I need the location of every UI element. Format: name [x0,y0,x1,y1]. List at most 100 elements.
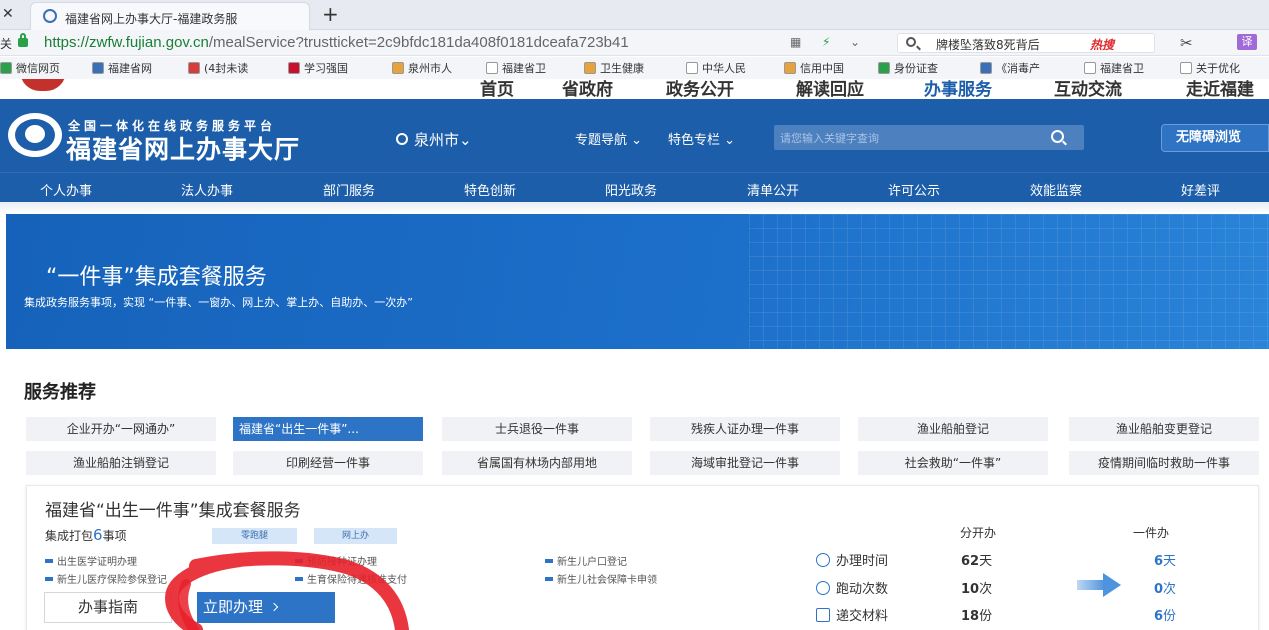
hot-search-badge[interactable]: 热搜 [1090,36,1114,53]
nav-item[interactable]: 特色创新 [464,180,516,199]
qr-code-icon[interactable]: ▦ [790,35,801,49]
location-selector[interactable]: 泉州市⌄ [414,129,472,150]
service-button[interactable]: 士兵退役一件事 [442,417,632,441]
nav-item[interactable]: 清单公开 [747,180,799,199]
portal-nav-item[interactable]: 办事服务 [924,79,992,99]
new-tab-button[interactable]: + [322,2,339,26]
bookmark-item[interactable]: 泉州市人 [392,60,452,76]
emblem-icon[interactable] [8,113,62,157]
service-button[interactable]: 渔业船舶注销登记 [26,451,216,475]
url-input[interactable]: https://zwfw.fujian.gov.cn/mealService?t… [44,34,629,51]
service-button[interactable]: 渔业船舶变更登记 [1069,417,1259,441]
apply-now-button[interactable]: 立即办理 [197,592,335,623]
browser-tab-bar: ✕ 福建省网上办事大厅-福建政务服 + [0,0,1269,30]
bookmark-item[interactable]: 福建省卫 [486,60,546,76]
compat-mode-label[interactable]: 关 [0,35,12,52]
nav-item[interactable]: 部门服务 [323,180,375,199]
bookmark-item[interactable]: 中华人民 [686,60,746,76]
accessibility-button[interactable]: 无障碍浏览 [1161,124,1269,152]
portal-nav-item[interactable]: 解读回应 [796,79,864,99]
portal-nav-item[interactable]: 首页 [480,79,514,99]
service-button[interactable]: 印刷经营一件事 [233,451,423,475]
portal-nav-item[interactable]: 省政府 [562,79,613,99]
value-number: 18 [961,609,980,624]
bookmark-label: 《消毒产 [996,62,1040,75]
site-header: 全国一体化在线政务服务平台 福建省网上办事大厅 泉州市⌄ 专题导航 ⌄ 特色专栏… [0,99,1269,172]
search-icon[interactable] [1051,130,1064,143]
bookmark-item[interactable]: (4封未读 [188,60,248,76]
location-icon [396,133,408,145]
nav-item[interactable]: 效能监察 [1030,180,1082,199]
close-icon[interactable]: ✕ [2,6,14,22]
features-link[interactable]: 特色专栏 ⌄ [668,129,735,148]
chevron-right-icon [269,602,279,612]
portal-nav-item[interactable]: 走近福建 [1186,79,1254,99]
bookmark-item[interactable]: 学习强国 [288,60,348,76]
item-label: 出生医学证明办理 [57,557,137,568]
bookmark-item[interactable]: 微信网页 [0,60,60,76]
bookmark-label: 中华人民 [702,62,746,75]
bookmark-item[interactable]: 信用中国 [784,60,844,76]
service-button[interactable]: 社会救助“一件事” [858,451,1048,475]
service-button[interactable]: 企业开办“一网通办” [26,417,216,441]
service-button[interactable]: 福建省“出生一件事”... [233,417,423,441]
bookmark-item[interactable]: 卫生健康 [584,60,644,76]
service-button[interactable]: 疫情期间临时救助一件事 [1069,451,1259,475]
nav-item[interactable]: 阳光政务 [605,180,657,199]
bookmark-item[interactable]: 福建省卫 [1084,60,1144,76]
nav-item[interactable]: 法人办事 [181,180,233,199]
value-unit: 份 [1163,609,1177,624]
item-label: 生育保险待遇核准支付 [307,575,407,586]
bookmark-icon [486,62,498,74]
portal-nav-item[interactable]: 政务公开 [666,79,734,99]
hero-banner: “一件事”集成套餐服务 集成政务服务事项，实现 “一件事、一窗办、网上办、掌上办… [6,214,1269,349]
bookmark-icon [784,62,796,74]
portal-top-nav: 首页 省政府 政务公开 解读回应 办事服务 互动交流 走近福建 [0,79,1269,99]
site-favicon-icon [43,9,57,23]
lightning-icon[interactable]: ⚡ [822,35,830,49]
lock-icon[interactable] [18,33,28,47]
compare-one-value: 6份 [1154,605,1176,624]
bookmark-item[interactable]: 身份证查 [878,60,938,76]
bookmark-item[interactable]: 关于优化 [1180,60,1240,76]
main-nav: 个人办事 法人办事 部门服务 特色创新 阳光政务 清单公开 许可公示 效能监察 好差评 [0,172,1269,202]
browser-tab[interactable]: 福建省网上办事大厅-福建政务服 [30,2,310,30]
chevron-down-icon[interactable]: ⌄ [850,35,860,49]
service-button[interactable]: 省属国有林场内部用地 [442,451,632,475]
bookmark-label: 福建省卫 [1100,62,1144,75]
service-button[interactable]: 渔业船舶登记 [858,417,1048,441]
list-item: 预防接种证办理 [295,553,377,568]
guide-button[interactable]: 办事指南 [44,592,172,623]
apply-label: 立即办理 [203,598,264,616]
service-button[interactable]: 海域审批登记一件事 [650,451,840,475]
compare-label: 办理时间 [836,554,889,569]
bookmark-icon [584,62,596,74]
banner-title: “一件事”集成套餐服务 [46,265,267,290]
bookmark-item[interactable]: 福建省网 [92,60,152,76]
nav-item[interactable]: 个人办事 [40,180,92,199]
bookmark-icon [1084,62,1096,74]
service-button[interactable]: 残疾人证办理一件事 [650,417,840,441]
site-search-input[interactable]: 请您输入关键字查询 [774,125,1084,150]
topic-nav-link[interactable]: 专题导航 ⌄ [575,129,642,148]
pack-label: 集成打包6事项 [45,526,127,544]
nav-item[interactable]: 许可公示 [888,180,940,199]
compare-head-one: 一件办 [1133,526,1170,540]
bookmarks-bar: 微信网页 福建省网 (4封未读 学习强国 泉州市人 福建省卫 卫生健康 中华人民 信用中国 身份证… [0,57,1269,79]
browser-search-input[interactable]: 牌楼坠落致8死背后 热搜 [897,33,1155,53]
item-label: 新生儿医疗保险参保登记 [57,575,167,586]
value-unit: 天 [1163,554,1177,569]
document-icon [816,608,830,622]
scissors-icon[interactable]: ✂ [1180,34,1193,52]
site-title[interactable]: 福建省网上办事大厅 [66,130,300,166]
value-number: 62 [961,554,980,569]
portal-logo [20,79,66,91]
nav-item[interactable]: 好差评 [1181,180,1220,199]
portal-nav-item[interactable]: 互动交流 [1054,79,1122,99]
bookmark-icon [92,62,104,74]
compare-row-label: 办理时间 [816,550,888,569]
compare-label: 跑动次数 [836,582,889,597]
translate-icon[interactable]: 译 [1237,34,1257,50]
tab-title: 福建省网上办事大厅-福建政务服 [65,12,238,26]
bookmark-item[interactable]: 《消毒产 [980,60,1040,76]
